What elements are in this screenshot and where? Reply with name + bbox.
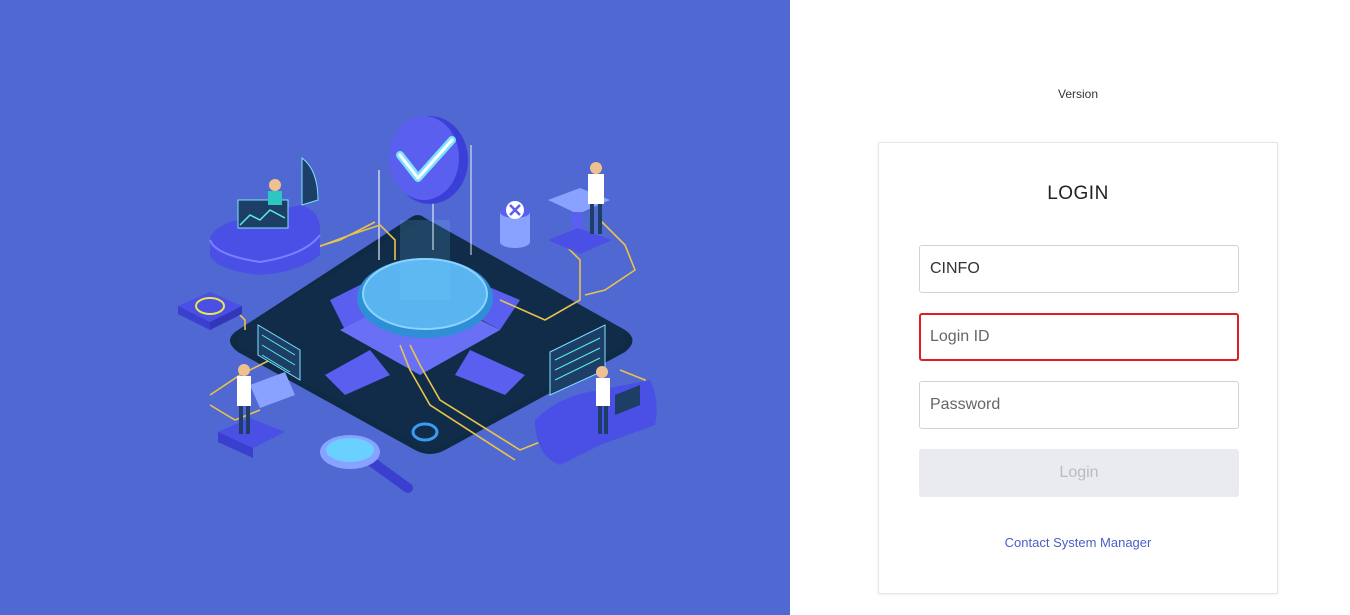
version-label: Version [1057, 87, 1099, 101]
monitoring-desk-topleft [209, 156, 321, 275]
isometric-illustration [178, 116, 657, 493]
checkmark-shield-icon [389, 116, 468, 204]
podium-figure-topright [548, 162, 612, 254]
workstation-bottomleft [218, 324, 301, 458]
close-badge-icon [500, 201, 530, 248]
login-id-input[interactable] [919, 313, 1239, 361]
login-panel: Version LOGIN Login Contact System Manag… [790, 0, 1350, 615]
contact-system-manager-link[interactable]: Contact System Manager [879, 535, 1277, 550]
illustration-panel [0, 0, 790, 615]
left-pad-icon [178, 292, 242, 330]
login-card: LOGIN Login Contact System Manager [878, 142, 1278, 594]
login-button[interactable]: Login [919, 449, 1239, 497]
login-title: LOGIN [1047, 183, 1109, 204]
company-field[interactable] [919, 245, 1239, 293]
magnifier-icon [320, 435, 413, 493]
password-input[interactable] [919, 381, 1239, 429]
login-page: Version LOGIN Login Contact System Manag… [0, 0, 1350, 615]
